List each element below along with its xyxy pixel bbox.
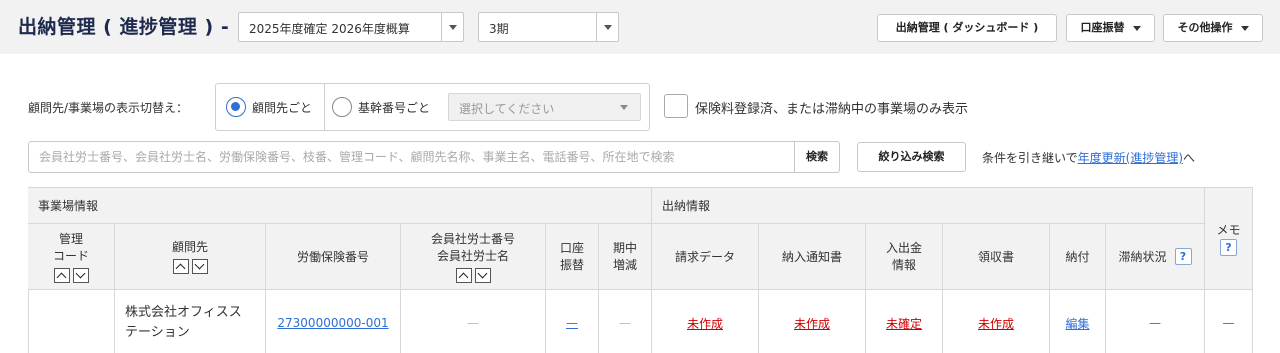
caret-down-icon [620, 105, 628, 110]
help-icon[interactable]: ? [1174, 248, 1192, 265]
caret-down-icon [1240, 25, 1249, 31]
header-transfer-line1: 口座 [559, 240, 584, 255]
billing-status-link[interactable]: 未作成 [687, 315, 723, 332]
group-site-info: 事業場情報 [28, 188, 652, 224]
cell-inout-info: 未確定 [866, 290, 943, 353]
search-box: 検索 [28, 141, 840, 173]
cell-billing-data: 未作成 [652, 290, 759, 353]
header-receipt: 領収書 [943, 224, 1050, 290]
radio-base-number[interactable] [332, 97, 352, 117]
cell-payment-notice: 未作成 [759, 290, 866, 353]
sort-ascending-icon[interactable] [455, 267, 472, 283]
cell-member: — [401, 290, 546, 353]
narrow-search-button[interactable]: 絞り込み検索 [857, 142, 966, 172]
page-title: 出納管理 ( 進捗管理 ) - [18, 16, 230, 38]
registered-only-label: 保険料登録済、または滞納中の事業場のみ表示 [695, 102, 969, 117]
header-client-label: 顧問先 [171, 240, 208, 254]
base-number-select-placeholder: 選択してください [459, 102, 555, 116]
receipt-status-link[interactable]: 未作成 [978, 315, 1014, 332]
cell-insurance-number: 27300000000-001 [266, 290, 401, 353]
memo-value[interactable]: — [1223, 316, 1235, 330]
midterm-value: — [619, 316, 631, 330]
header-midterm-change: 期中 増減 [599, 224, 652, 290]
header-memo: メモ ? [1205, 188, 1253, 290]
header-payment: 納付 [1050, 224, 1106, 290]
sort-descending-icon[interactable] [191, 259, 208, 274]
fiscal-year-select-value: 2025年度確定 2026年度概算 [249, 22, 410, 36]
caret-down-icon [1132, 25, 1141, 31]
header-bar: 出納管理 ( 進捗管理 ) - 2025年度確定 2026年度概算 3期 出納管… [0, 0, 1280, 54]
header-inout-line1: 入出金 [885, 240, 922, 255]
cell-receipt: 未作成 [943, 290, 1050, 353]
chevron-down-icon [596, 13, 618, 41]
registered-only-checkbox[interactable] [664, 94, 688, 118]
insurance-number-link[interactable]: 27300000000-001 [277, 316, 388, 330]
term-select[interactable]: 3期 [478, 12, 619, 42]
chevron-down-icon [441, 13, 463, 41]
fiscal-year-select[interactable]: 2025年度確定 2026年度概算 [238, 12, 464, 42]
cell-arrears: — [1106, 290, 1205, 353]
header-member: 会員社労士番号 会員社労士名 [401, 224, 546, 290]
account-transfer-label: 口座振替 [1080, 21, 1125, 34]
radio-client[interactable] [226, 97, 246, 117]
notice-status-link[interactable]: 未作成 [794, 315, 830, 332]
group-payment-info: 出納情報 [652, 188, 1205, 224]
header-account-transfer: 口座 振替 [546, 224, 599, 290]
arrears-value: — [1149, 316, 1161, 330]
header-billing-data: 請求データ [652, 224, 759, 290]
header-arrears-label: 滞納状況 [1118, 250, 1167, 264]
cell-client-name: 株式会社オフィスス テーション [115, 290, 266, 353]
sort-ascending-icon[interactable] [172, 259, 189, 274]
cell-payment: 編集 [1050, 290, 1106, 353]
member-value: — [467, 316, 479, 330]
header-midterm-line1: 期中 [612, 240, 637, 255]
radio-base-number-label[interactable]: 基幹番号ごと [358, 99, 430, 116]
sort-descending-icon[interactable] [72, 267, 89, 283]
client-name-line1: 株式会社オフィスス [125, 305, 242, 320]
header-midterm-line2: 増減 [612, 257, 637, 272]
header-memo-label: メモ [1216, 222, 1241, 237]
sort-descending-icon[interactable] [474, 267, 491, 283]
help-icon[interactable]: ? [1220, 238, 1237, 256]
annual-update-link[interactable]: 年度更新(進捗管理) [1078, 151, 1183, 165]
header-insurance-number: 労働保険番号 [266, 224, 401, 290]
account-transfer-button[interactable]: 口座振替 [1066, 14, 1155, 42]
cell-account-transfer: — [546, 290, 599, 353]
header-code-line1: 管理 [58, 231, 83, 246]
other-operations-label: その他操作 [1177, 21, 1233, 34]
inout-status-link[interactable]: 未確定 [886, 315, 922, 332]
header-payment-notice: 納入通知書 [759, 224, 866, 290]
header-code-line2: コード [52, 248, 89, 263]
header-member-line1: 会員社労士番号 [430, 231, 515, 246]
radio-client-label[interactable]: 顧問先ごと [252, 99, 312, 116]
cell-management-code [28, 290, 115, 353]
account-transfer-link[interactable]: — [566, 316, 578, 330]
cell-memo: — [1205, 290, 1253, 353]
term-select-value: 3期 [489, 22, 509, 36]
header-inout-info: 入出金 情報 [866, 224, 943, 290]
header-transfer-line2: 振替 [559, 257, 584, 272]
header-inout-line2: 情報 [891, 257, 916, 272]
base-number-select: 選択してください [448, 93, 641, 121]
sort-ascending-icon[interactable] [53, 267, 70, 283]
carry-over-prefix: 条件を引き継いで [982, 151, 1078, 165]
carry-over-text: 条件を引き継いで年度更新(進捗管理)へ [982, 149, 1195, 166]
search-input[interactable] [29, 142, 794, 172]
header-arrears: 滞納状況 ? [1106, 224, 1205, 290]
payment-edit-link[interactable]: 編集 [1065, 315, 1089, 332]
header-member-line2: 会員社労士名 [436, 248, 509, 263]
dashboard-button[interactable]: 出納管理 ( ダッシュボード ) [877, 14, 1057, 42]
other-operations-button[interactable]: その他操作 [1163, 14, 1263, 42]
client-name-line2: テーション [125, 325, 190, 340]
search-button[interactable]: 検索 [794, 142, 839, 172]
divider [324, 84, 325, 130]
cell-midterm-change: — [599, 290, 652, 353]
header-management-code: 管理 コード [28, 224, 115, 290]
display-toggle-group: 顧問先ごと 基幹番号ごと 選択してください [215, 83, 650, 131]
header-client: 顧問先 [115, 224, 266, 290]
display-toggle-label: 顧問先/事業場の表示切替え： [28, 101, 189, 115]
carry-over-suffix: へ [1183, 151, 1196, 165]
